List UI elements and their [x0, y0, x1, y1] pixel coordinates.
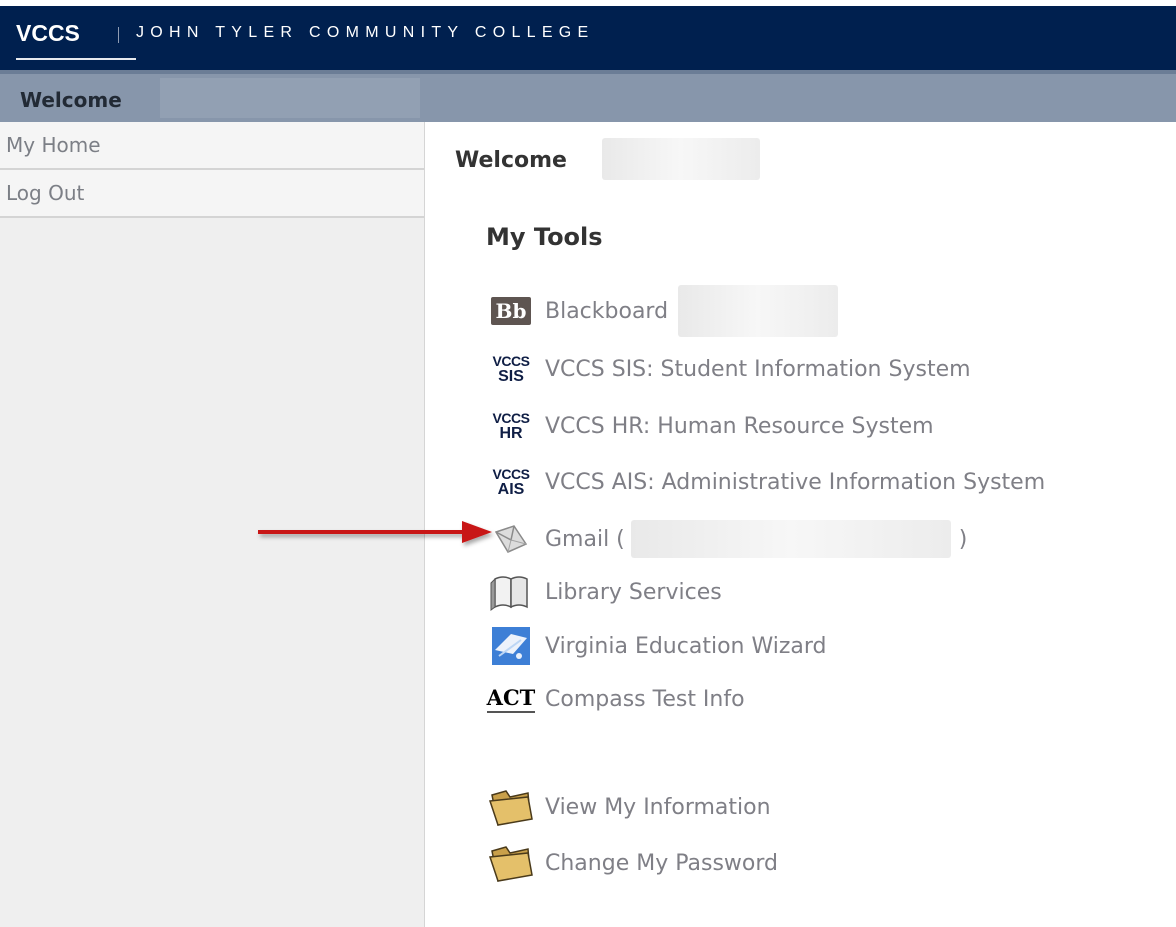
blackboard-icon: Bb	[485, 291, 537, 331]
vccs-logo[interactable]: VCCS	[16, 20, 80, 47]
act-icon-text: ACT	[486, 685, 536, 713]
main-content: Welcome My Tools Bb Blackboard VCCS SIS …	[455, 122, 1175, 927]
tool-label-view-info[interactable]: View My Information	[545, 795, 771, 820]
sidebar-item-my-home[interactable]: My Home	[0, 122, 424, 170]
logo-underline	[16, 58, 136, 60]
folder-icon	[485, 787, 537, 827]
tool-change-my-password[interactable]: Change My Password	[485, 841, 778, 885]
tool-library-services[interactable]: Library Services	[485, 570, 722, 614]
header-top-strip	[0, 0, 1176, 6]
book-icon	[485, 572, 537, 612]
tool-label-wizard[interactable]: Virginia Education Wizard	[545, 634, 827, 659]
tool-compass-test-info[interactable]: ACT Compass Test Info	[485, 677, 745, 721]
header-bar: VCCS JOHN TYLER COMMUNITY COLLEGE	[0, 0, 1176, 70]
tool-label-vccs-hr[interactable]: VCCS HR: Human Resource System	[545, 414, 934, 439]
header-divider	[118, 27, 119, 43]
redacted-blackboard-suffix	[678, 285, 839, 337]
wizard-icon	[485, 626, 537, 666]
red-arrow-annotation	[258, 521, 492, 543]
tool-label-gmail[interactable]: Gmail (	[545, 527, 625, 552]
page-title: Welcome	[455, 148, 567, 173]
tool-virginia-education-wizard[interactable]: Virginia Education Wizard	[485, 624, 827, 668]
tool-view-my-information[interactable]: View My Information	[485, 785, 771, 829]
tool-label-vccs-ais[interactable]: VCCS AIS: Administrative Information Sys…	[545, 470, 1045, 495]
bb-icon-text: Bb	[490, 297, 532, 325]
tool-label-compass[interactable]: Compass Test Info	[545, 687, 745, 712]
tool-label-blackboard[interactable]: Blackboard	[545, 299, 668, 324]
vccs-hr-icon: VCCS HR	[492, 409, 530, 442]
my-tools-heading: My Tools	[486, 223, 603, 251]
tool-vccs-sis[interactable]: VCCS SIS VCCS SIS: Student Information S…	[485, 347, 971, 391]
welcome-bar: Welcome	[0, 70, 1176, 122]
redacted-name	[160, 78, 420, 118]
redacted-username	[602, 138, 760, 180]
act-icon: ACT	[485, 679, 537, 719]
vccs-sis-icon: VCCS SIS	[492, 352, 530, 385]
welcome-bar-title: Welcome	[20, 88, 122, 112]
redacted-email	[630, 520, 951, 558]
gmail-label-close-paren: )	[958, 526, 968, 552]
tool-label-change-password[interactable]: Change My Password	[545, 851, 778, 876]
tool-label-library[interactable]: Library Services	[545, 580, 722, 605]
sidebar-item-log-out[interactable]: Log Out	[0, 170, 424, 218]
college-name: JOHN TYLER COMMUNITY COLLEGE	[136, 24, 595, 41]
tool-vccs-ais[interactable]: VCCS AIS VCCS AIS: Administrative Inform…	[485, 460, 1046, 504]
vccs-ais-icon: VCCS AIS	[492, 465, 530, 498]
tool-label-vccs-sis[interactable]: VCCS SIS: Student Information System	[545, 357, 971, 382]
tool-blackboard[interactable]: Bb Blackboard	[485, 285, 839, 337]
tool-gmail[interactable]: Gmail ( )	[485, 517, 967, 561]
tool-vccs-hr[interactable]: VCCS HR VCCS HR: Human Resource System	[485, 404, 934, 448]
folder-icon	[485, 843, 537, 883]
